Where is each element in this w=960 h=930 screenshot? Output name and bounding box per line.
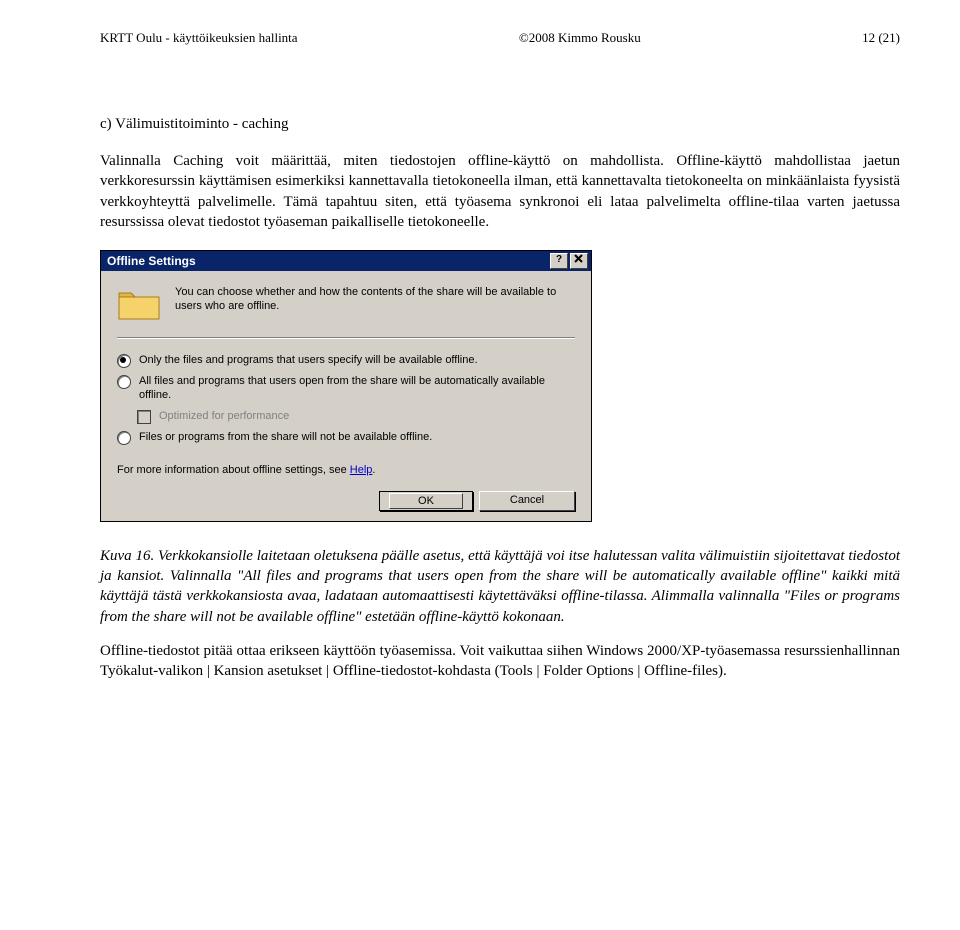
radio-option-3-label: Files or programs from the share will no… bbox=[139, 430, 432, 444]
header-center: ©2008 Kimmo Rousku bbox=[519, 30, 641, 46]
radio-icon bbox=[117, 431, 131, 445]
dialog-title: Offline Settings bbox=[107, 254, 196, 268]
radio-option-1-label: Only the files and programs that users s… bbox=[139, 353, 478, 367]
close-icon bbox=[574, 254, 584, 264]
checkbox-icon bbox=[137, 410, 151, 424]
radio-option-2[interactable]: All files and programs that users open f… bbox=[117, 374, 575, 403]
close-button[interactable] bbox=[570, 253, 588, 269]
header-left: KRTT Oulu - käyttöikeuksien hallinta bbox=[100, 30, 298, 46]
folder-icon bbox=[117, 285, 161, 321]
dialog-help-line: For more information about offline setti… bbox=[117, 463, 575, 477]
page-header: KRTT Oulu - käyttöikeuksien hallinta ©20… bbox=[100, 30, 900, 46]
checkbox-optimize-label: Optimized for performance bbox=[159, 409, 289, 423]
section-title: c) Välimuistitoiminto - caching bbox=[100, 116, 900, 133]
caption-body: Verkkokansiolle laitetaan oletuksena pää… bbox=[100, 548, 900, 625]
help-suffix: . bbox=[372, 464, 375, 476]
paragraph-1: Valinnalla Caching voit määrittää, miten… bbox=[100, 151, 900, 232]
dialog-button-row: OK Cancel bbox=[117, 491, 575, 511]
cancel-button[interactable]: Cancel bbox=[479, 491, 575, 511]
radio-option-3[interactable]: Files or programs from the share will no… bbox=[117, 430, 575, 445]
figure-caption: Kuva 16. Verkkokansiolle laitetaan oletu… bbox=[100, 546, 900, 627]
titlebar-buttons: ? bbox=[550, 253, 588, 269]
dialog-body: You can choose whether and how the conte… bbox=[101, 271, 591, 521]
dialog-titlebar: Offline Settings ? bbox=[101, 251, 591, 271]
radio-icon bbox=[117, 354, 131, 368]
radio-option-1[interactable]: Only the files and programs that users s… bbox=[117, 353, 575, 368]
radio-option-2-label: All files and programs that users open f… bbox=[139, 374, 575, 403]
ok-button[interactable]: OK bbox=[379, 491, 473, 511]
caption-label: Kuva 16. bbox=[100, 548, 154, 564]
paragraph-3: Offline-tiedostot pitää ottaa erikseen k… bbox=[100, 641, 900, 682]
radio-icon bbox=[117, 375, 131, 389]
dialog-intro: You can choose whether and how the conte… bbox=[175, 285, 575, 314]
help-button[interactable]: ? bbox=[550, 253, 568, 269]
help-link[interactable]: Help bbox=[350, 464, 373, 476]
checkbox-optimize: Optimized for performance bbox=[137, 409, 575, 424]
header-right: 12 (21) bbox=[862, 30, 900, 46]
divider bbox=[117, 337, 575, 339]
help-prefix: For more information about offline setti… bbox=[117, 464, 350, 476]
offline-settings-dialog: Offline Settings ? You can choose whethe… bbox=[100, 250, 592, 522]
